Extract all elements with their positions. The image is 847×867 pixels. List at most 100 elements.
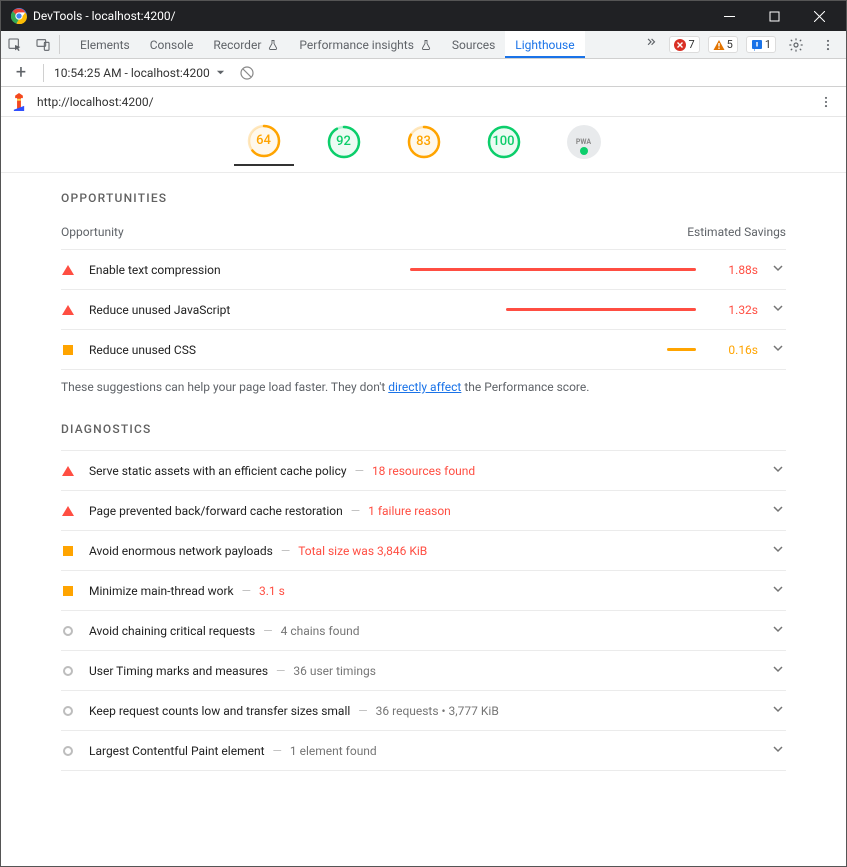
pwa-label: PWA [576, 138, 591, 146]
dropdown-caret-icon [216, 68, 225, 77]
close-button[interactable] [797, 1, 842, 31]
warning-count: 5 [727, 38, 733, 51]
informative-icon [63, 706, 73, 716]
diagnostic-row[interactable]: Avoid enormous network payloads — Total … [61, 530, 786, 570]
dash-separator: — [358, 704, 367, 718]
savings-bar [235, 268, 696, 272]
console-info-count[interactable]: 1 [746, 36, 776, 53]
average-icon [63, 586, 73, 596]
note-text: the Performance score. [461, 380, 589, 394]
diagnostic-row[interactable]: User Timing marks and measures — 36 user… [61, 650, 786, 690]
savings-bar [244, 308, 696, 312]
pwa-badge: PWA [567, 125, 601, 159]
diagnostic-title: Page prevented back/forward cache restor… [89, 504, 343, 518]
tab-label: Console [150, 38, 194, 52]
opportunity-row[interactable]: Enable text compression 1.88s [61, 249, 786, 289]
pwa-gauge[interactable]: PWA [554, 125, 614, 165]
lighthouse-toolbar: + 10:54:25 AM - localhost:4200 [1, 59, 846, 87]
directly-affect-link[interactable]: directly affect [388, 380, 461, 394]
diagnostic-title: Serve static assets with an efficient ca… [89, 464, 347, 478]
device-toggle-icon[interactable] [29, 31, 57, 58]
more-tabs-button[interactable] [639, 31, 663, 55]
fail-icon [62, 305, 74, 315]
chevron-down-icon [772, 743, 786, 758]
divider [43, 64, 44, 82]
tab-label: Performance insights [299, 38, 414, 52]
score-gauge-2[interactable]: 83 [394, 125, 454, 165]
informative-icon [63, 626, 73, 636]
informative-icon [63, 746, 73, 756]
opportunity-row[interactable]: Reduce unused CSS 0.16s [61, 329, 786, 370]
diagnostic-title: Largest Contentful Paint element [89, 744, 265, 758]
report-url-bar: http://localhost:4200/ [1, 87, 846, 117]
report-selector[interactable]: 10:54:25 AM - localhost:4200 [54, 66, 225, 80]
console-error-count[interactable]: 7 [669, 36, 699, 53]
tab-elements[interactable]: Elements [70, 31, 140, 58]
dash-separator: — [276, 664, 285, 678]
score-gauges: 64 92 83 100 PWA [1, 117, 846, 173]
tab-sources[interactable]: Sources [442, 31, 505, 58]
diagnostic-row[interactable]: Keep request counts low and transfer siz… [61, 690, 786, 730]
diagnostic-row[interactable]: Avoid chaining critical requests — 4 cha… [61, 610, 786, 650]
savings-bar [210, 348, 696, 352]
chevron-down-icon [772, 703, 786, 718]
diagnostic-row[interactable]: Page prevented back/forward cache restor… [61, 490, 786, 530]
note-text: These suggestions can help your page loa… [61, 380, 388, 394]
tab-label: Elements [80, 38, 130, 52]
diagnostic-detail: 1 failure reason [368, 504, 451, 518]
dash-separator: — [273, 744, 282, 758]
tab-label: Recorder [213, 38, 261, 52]
chrome-icon [11, 8, 27, 24]
tab-lighthouse[interactable]: Lighthouse [505, 31, 584, 58]
console-warning-count[interactable]: 5 [708, 36, 738, 53]
score-gauge-1[interactable]: 92 [314, 125, 374, 165]
diagnostic-title: User Timing marks and measures [89, 664, 268, 678]
savings-col-label: Estimated Savings [687, 225, 786, 239]
score-gauge-0[interactable]: 64 [234, 124, 294, 166]
tab-label: Lighthouse [515, 38, 574, 52]
clear-report-button[interactable] [235, 61, 259, 85]
new-report-button[interactable]: + [9, 61, 33, 85]
report-label: 10:54:25 AM - localhost:4200 [54, 66, 210, 80]
tab-console[interactable]: Console [140, 31, 204, 58]
tab-performance-insights[interactable]: Performance insights [289, 31, 442, 58]
informative-icon [63, 666, 73, 676]
report-menu-button[interactable] [816, 95, 836, 109]
fail-icon [62, 506, 74, 516]
tabs-container: Elements Console Recorder Performance insig… [62, 31, 639, 58]
window-title: DevTools - localhost:4200/ [33, 9, 707, 23]
diagnostic-row[interactable]: Serve static assets with an efficient ca… [61, 450, 786, 490]
diagnostic-title: Avoid chaining critical requests [89, 624, 255, 638]
chevron-down-icon [772, 302, 786, 317]
dash-separator: — [242, 584, 251, 598]
diagnostic-row[interactable]: Largest Contentful Paint element — 1 ele… [61, 730, 786, 771]
chevron-down-icon [772, 342, 786, 357]
dash-separator: — [263, 624, 272, 638]
diagnostic-title: Avoid enormous network payloads [89, 544, 273, 558]
diagnostic-detail: Total size was 3,846 KiB [298, 544, 427, 558]
report-scroll-area[interactable]: 64 92 83 100 PWA OPPORTUNITIES Opportuni… [1, 117, 846, 866]
savings-value: 1.32s [710, 303, 758, 317]
kebab-menu-icon[interactable] [816, 33, 840, 57]
tab-recorder[interactable]: Recorder [203, 31, 289, 58]
average-icon [63, 546, 73, 556]
dash-separator: — [281, 544, 290, 558]
chevron-down-icon [772, 623, 786, 638]
inspect-element-icon[interactable] [1, 31, 29, 58]
opportunities-note: These suggestions can help your page loa… [61, 370, 786, 394]
score-gauge-3[interactable]: 100 [474, 125, 534, 165]
settings-icon[interactable] [784, 33, 808, 57]
tabstrip-tail: 7 5 1 [663, 31, 846, 58]
diagnostic-row[interactable]: Minimize main-thread work — 3.1 s [61, 570, 786, 610]
dash-separator: — [355, 464, 364, 478]
minimize-button[interactable] [707, 1, 752, 31]
savings-value: 1.88s [710, 263, 758, 277]
opportunities-list: Enable text compression 1.88s Reduce unu… [61, 249, 786, 370]
beaker-icon [267, 39, 279, 51]
chevron-down-icon [772, 663, 786, 678]
diagnostic-detail: 18 resources found [372, 464, 475, 478]
maximize-button[interactable] [752, 1, 797, 31]
devtools-window: DevTools - localhost:4200/ Elements Conso… [0, 0, 847, 867]
opportunity-row[interactable]: Reduce unused JavaScript 1.32s [61, 289, 786, 329]
diagnostic-title: Keep request counts low and transfer siz… [89, 704, 350, 718]
